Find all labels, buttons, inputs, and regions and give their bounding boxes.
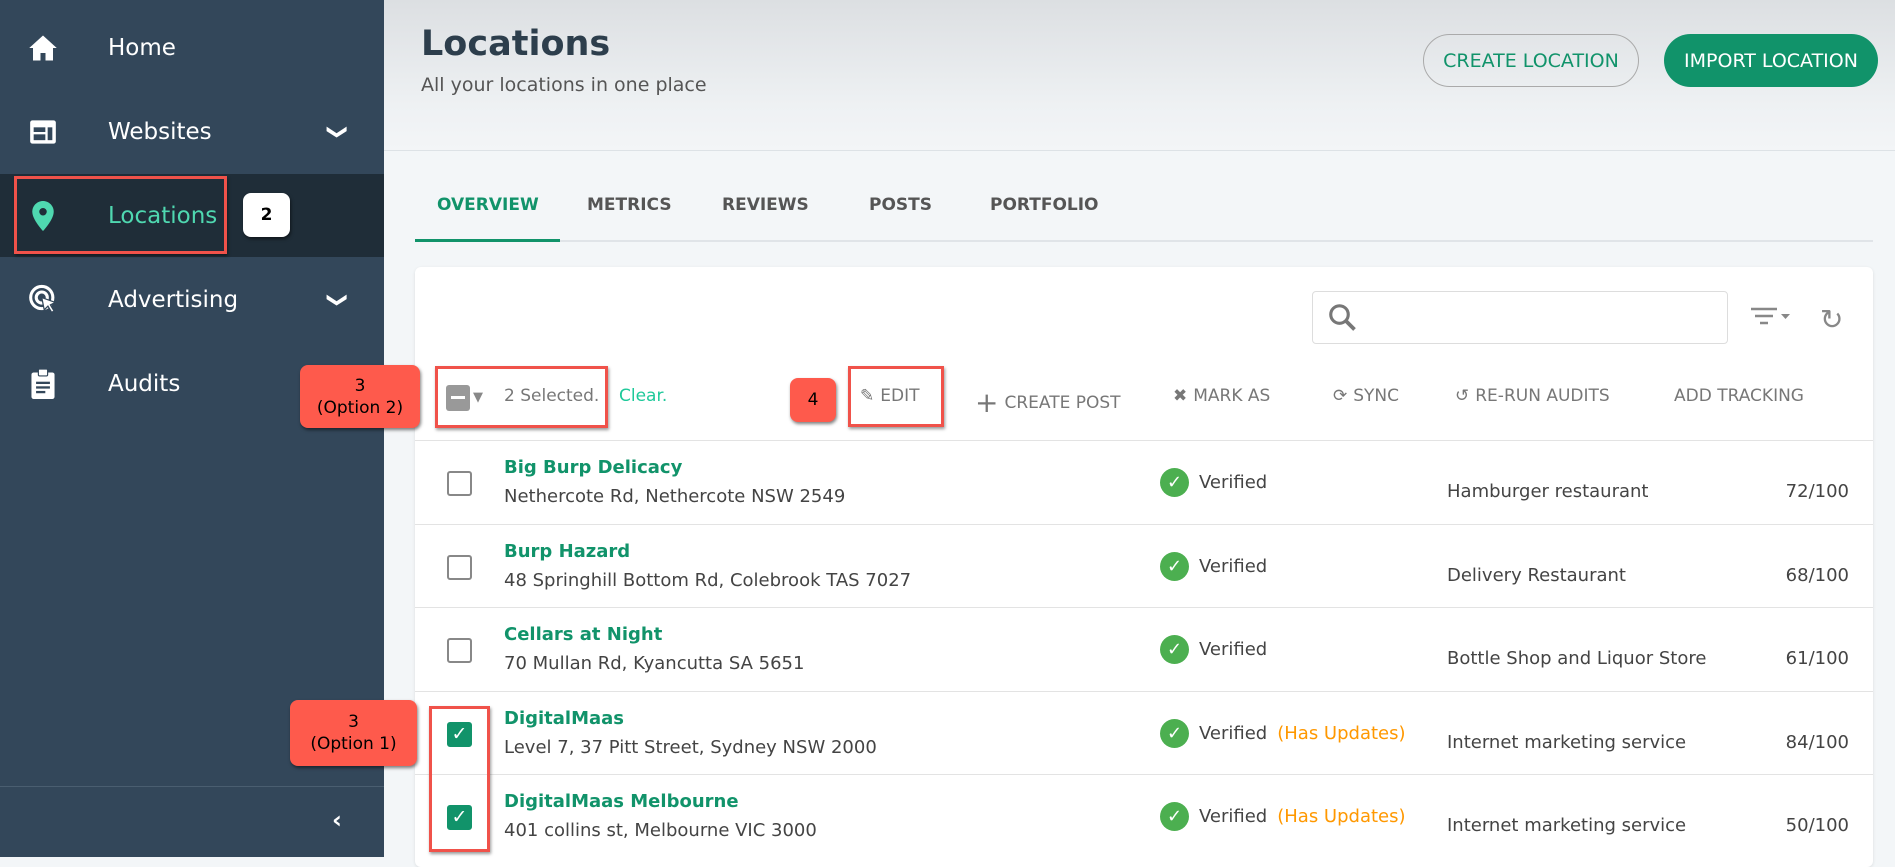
search-field[interactable] (1368, 302, 1708, 332)
home-icon (28, 33, 58, 63)
sidebar-item-label: Audits (108, 370, 181, 397)
location-name[interactable]: Burp Hazard (504, 541, 630, 562)
audit-score: 68/100 (1785, 564, 1849, 586)
updates-badge[interactable]: (Has Updates) (1277, 806, 1405, 827)
location-name[interactable]: DigitalMaas (504, 708, 624, 729)
rerun-audits-button[interactable]: ↺ RE-RUN AUDITS (1455, 386, 1610, 406)
status-text: Verified (1199, 472, 1268, 493)
rerun-label: RE-RUN AUDITS (1475, 386, 1610, 406)
add-tracking-button[interactable]: ADD TRACKING (1674, 386, 1804, 406)
annotation-box-edit (848, 366, 944, 427)
annotation-number: 3 (348, 712, 359, 732)
tab-metrics[interactable]: METRICS (587, 195, 672, 215)
location-address: Nethercote Rd, Nethercote NSW 2549 (504, 486, 846, 507)
sidebar-item-advertising[interactable]: Advertising ❯ (0, 258, 384, 341)
table-row[interactable]: Big Burp Delicacy Nethercote Rd, Netherc… (415, 440, 1873, 524)
audit-score: 84/100 (1785, 731, 1849, 753)
verified-check-icon: ✓ (1160, 802, 1189, 831)
filter-icon[interactable] (1750, 306, 1792, 332)
table-row[interactable]: Cellars at Night 70 Mullan Rd, Kyancutta… (415, 607, 1873, 691)
page-title: Locations (421, 24, 611, 64)
verified-check-icon: ✓ (1160, 468, 1189, 497)
clear-selection-link[interactable]: Clear. (619, 386, 667, 406)
refresh-icon[interactable]: ↻ (1820, 303, 1843, 336)
annotation-box-locations (14, 176, 227, 254)
location-address: Level 7, 37 Pitt Street, Sydney NSW 2000 (504, 736, 877, 758)
table-row[interactable]: ✓ DigitalMaas Level 7, 37 Pitt Street, S… (415, 690, 1873, 775)
location-address: 48 Springhill Bottom Rd, Colebrook TAS 7… (504, 569, 912, 591)
category: Internet marketing service (1447, 815, 1687, 836)
row-checkbox[interactable] (447, 471, 472, 496)
plus-icon: + (975, 386, 999, 419)
create-post-button[interactable]: + CREATE POST (975, 386, 1121, 419)
annotation-box-selected (435, 366, 608, 428)
location-address: 401 collins st, Melbourne VIC 3000 (504, 820, 817, 841)
audit-score: 72/100 (1785, 481, 1849, 502)
create-location-button[interactable]: CREATE LOCATION (1423, 34, 1639, 87)
status-text: Verified (1199, 806, 1268, 827)
location-off-icon: ✖ (1173, 386, 1188, 406)
chevron-left-icon[interactable]: ‹ (332, 806, 342, 834)
row-checkbox[interactable] (447, 554, 472, 580)
updates-badge[interactable]: (Has Updates) (1277, 723, 1405, 744)
mark-as-label: MARK AS (1193, 386, 1271, 406)
create-post-label: CREATE POST (1004, 392, 1121, 413)
sync-button[interactable]: ⟳ SYNC (1333, 386, 1399, 406)
chevron-down-icon[interactable]: ❯ (326, 123, 350, 140)
sidebar-item-label: Advertising (108, 286, 239, 313)
ad-click-icon (28, 284, 58, 315)
annotation-step-3-option-2: 3 (Option 2) (300, 365, 420, 428)
page-header: Locations All your locations in one plac… (384, 0, 1895, 151)
clipboard-icon (28, 368, 58, 399)
tab-portfolio[interactable]: PORTFOLIO (990, 195, 1099, 215)
category: Hamburger restaurant (1447, 481, 1649, 502)
status-text: Verified (1199, 555, 1268, 577)
category: Bottle Shop and Liquor Store (1447, 648, 1707, 669)
active-tab-indicator (415, 239, 560, 242)
rerun-icon: ↺ (1455, 386, 1470, 406)
location-address: 70 Mullan Rd, Kyancutta SA 5651 (504, 653, 805, 674)
sync-icon: ⟳ (1333, 386, 1348, 406)
location-name[interactable]: Cellars at Night (504, 624, 662, 645)
annotation-step-2: 2 (243, 193, 290, 237)
verified-check-icon: ✓ (1160, 718, 1189, 748)
row-checkbox[interactable] (447, 638, 472, 663)
annotation-step-3-option-1: 3 (Option 1) (290, 700, 417, 766)
verified-check-icon: ✓ (1160, 551, 1189, 581)
annotation-sub: (Option 1) (310, 734, 397, 754)
table-row[interactable]: Burp Hazard 48 Springhill Bottom Rd, Col… (415, 523, 1873, 608)
annotation-box-checkboxes (429, 706, 490, 852)
sidebar-divider (0, 786, 384, 787)
search-input[interactable] (1312, 291, 1728, 344)
table-row[interactable]: ✓ DigitalMaas Melbourne 401 collins st, … (415, 774, 1873, 858)
status-text: Verified (1199, 722, 1268, 744)
tab-reviews[interactable]: REVIEWS (722, 195, 809, 215)
sidebar-item-websites[interactable]: Websites ❯ (0, 90, 384, 173)
page-subtitle: All your locations in one place (421, 74, 707, 96)
search-icon (1327, 302, 1357, 336)
annotation-sub: (Option 2) (316, 397, 404, 418)
audit-score: 61/100 (1785, 648, 1849, 669)
tab-posts[interactable]: POSTS (869, 195, 932, 215)
location-name[interactable]: Big Burp Delicacy (504, 457, 682, 478)
status-text: Verified (1199, 639, 1268, 660)
website-icon (28, 117, 58, 147)
tab-overview[interactable]: OVERVIEW (437, 195, 539, 215)
verified-check-icon: ✓ (1160, 635, 1189, 664)
import-location-button[interactable]: IMPORT LOCATION (1664, 34, 1878, 87)
sidebar-item-label: Home (108, 34, 176, 61)
audit-score: 50/100 (1785, 815, 1849, 836)
annotation-step-4: 4 (790, 378, 836, 422)
annotation-number: 3 (354, 375, 366, 396)
sidebar-item-label: Websites (108, 118, 212, 145)
sidebar-item-home[interactable]: Home (0, 6, 384, 89)
category: Delivery Restaurant (1447, 564, 1626, 586)
category: Internet marketing service (1447, 731, 1687, 753)
mark-as-button[interactable]: ✖ MARK AS (1173, 386, 1270, 406)
sync-label: SYNC (1353, 386, 1400, 406)
chevron-down-icon[interactable]: ❯ (326, 291, 350, 308)
location-name[interactable]: DigitalMaas Melbourne (504, 791, 739, 812)
tabs-divider (415, 240, 1873, 242)
